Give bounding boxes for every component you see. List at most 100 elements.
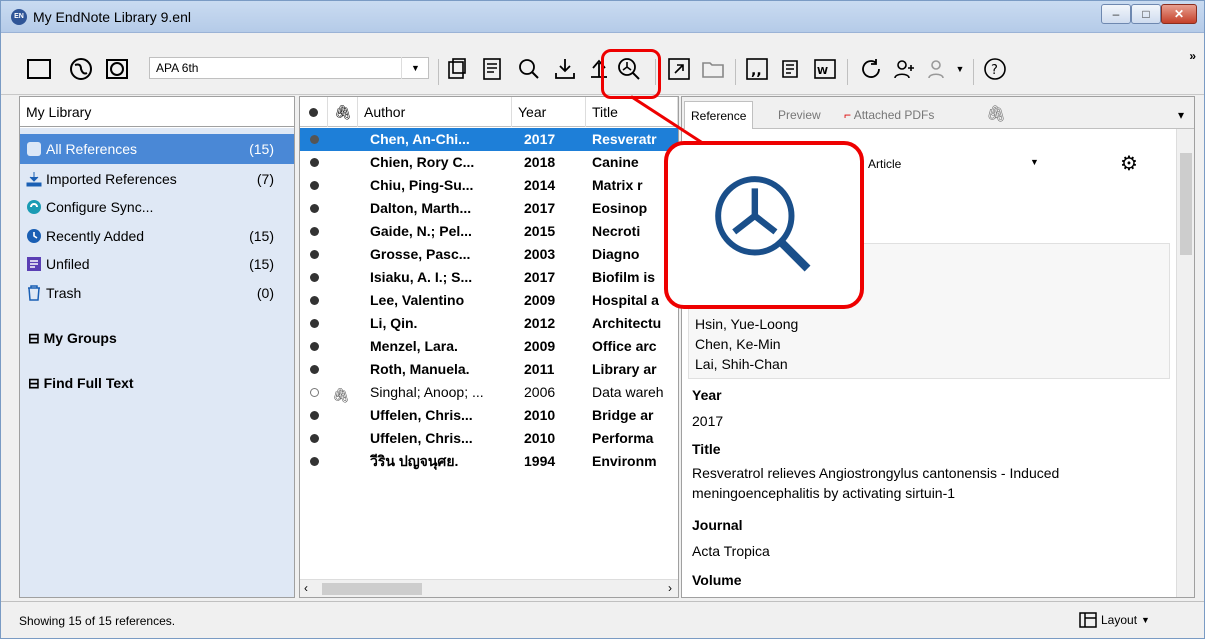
local-library-mode-icon[interactable] xyxy=(25,55,53,83)
format-bibliography-icon[interactable] xyxy=(777,55,805,83)
group-label: Configure Sync... xyxy=(46,199,154,215)
cell-title: Performa xyxy=(592,430,654,446)
open-link-icon[interactable] xyxy=(665,55,693,83)
open-file-icon[interactable] xyxy=(699,55,727,83)
scrollbar-thumb[interactable] xyxy=(1180,153,1192,255)
output-style-select[interactable]: APA 6th xyxy=(149,57,429,79)
group-trash[interactable]: Trash (0) xyxy=(20,278,294,308)
gear-icon[interactable]: ⚙ xyxy=(1120,151,1138,176)
help-icon[interactable]: ? xyxy=(981,55,1009,83)
integrated-library-mode-icon[interactable] xyxy=(103,55,131,83)
table-row[interactable]: 🖇 Singhal; Anoop; ... 2006 Data wareh xyxy=(300,381,678,404)
collapse-icon[interactable]: ⊟ xyxy=(28,330,44,346)
chevron-down-icon[interactable]: ▼ xyxy=(401,57,429,79)
chevron-down-icon[interactable]: ▼ xyxy=(1030,157,1039,167)
table-row[interactable]: Uffelen, Chris... 2010 Performa xyxy=(300,427,678,450)
minimize-button[interactable]: – xyxy=(1101,4,1131,24)
author-line: Hsin, Yue-Loong xyxy=(695,316,799,332)
year-column-header[interactable]: Year xyxy=(512,97,586,127)
import-icon[interactable] xyxy=(551,55,579,83)
group-recently-added[interactable]: Recently Added (15) xyxy=(20,221,294,251)
svg-text:W: W xyxy=(817,66,828,77)
online-search-icon[interactable] xyxy=(515,55,543,83)
table-row[interactable]: Roth, Manuela. 2011 Library ar xyxy=(300,358,678,381)
collapse-icon[interactable]: ⊟ xyxy=(28,375,44,391)
reference-type-select[interactable]: Article xyxy=(868,157,901,171)
clock-icon xyxy=(27,229,41,243)
group-header-label: Find Full Text xyxy=(43,375,134,391)
new-reference-icon[interactable] xyxy=(479,55,507,83)
table-row[interactable]: Chien, Rory C... 2018 Canine xyxy=(300,151,678,174)
cell-year: 2014 xyxy=(524,177,556,193)
cell-author: Li, Qin. xyxy=(370,315,418,331)
svg-text:,,: ,, xyxy=(751,63,762,79)
cell-author: วีริน ปญจนุศย. xyxy=(370,453,459,469)
online-search-mode-icon[interactable] xyxy=(67,55,95,83)
find-full-text-header[interactable]: ⊟ Find Full Text xyxy=(28,373,134,393)
scrollbar-thumb[interactable] xyxy=(322,583,422,595)
return-to-word-icon[interactable]: W xyxy=(811,55,839,83)
scroll-left-icon[interactable]: ‹ xyxy=(304,581,308,595)
table-row[interactable]: Menzel, Lara. 2009 Office arc xyxy=(300,335,678,358)
group-count: (0) xyxy=(256,285,274,301)
shared-users-icon[interactable] xyxy=(925,55,953,83)
year-field[interactable]: 2017 xyxy=(692,413,723,429)
vertical-scrollbar[interactable] xyxy=(1176,129,1194,597)
share-library-icon[interactable] xyxy=(891,55,919,83)
insert-citation-icon[interactable]: ,, xyxy=(743,55,771,83)
library-header[interactable]: My Library xyxy=(20,97,294,127)
tab-reference[interactable]: Reference xyxy=(684,101,754,129)
layout-button[interactable]: Layout ▼ xyxy=(1079,612,1150,628)
read-dot-icon xyxy=(310,227,319,236)
horizontal-scrollbar[interactable]: ‹ › xyxy=(300,579,678,597)
close-button[interactable]: ✕ xyxy=(1161,4,1197,24)
journal-field[interactable]: Acta Tropica xyxy=(692,543,770,559)
cell-title: Resveratr xyxy=(592,131,657,147)
toolbar-separator xyxy=(735,59,736,85)
tab-preview[interactable]: Preview xyxy=(772,101,827,129)
tab-attached-pdfs[interactable]: ⌐ Attached PDFs xyxy=(838,101,940,129)
my-groups-header[interactable]: ⊟ My Groups xyxy=(28,328,117,348)
find-full-text-icon xyxy=(715,176,811,272)
column-label: Author xyxy=(364,104,406,120)
read-status-column[interactable] xyxy=(300,97,328,127)
title-field[interactable]: Resveratrol relieves Angiostrongylus can… xyxy=(692,465,1059,481)
attachment-column[interactable]: 🖇 xyxy=(328,97,358,127)
group-header-label: My Groups xyxy=(43,330,117,346)
pdf-icon: ⌐ xyxy=(844,108,854,122)
read-dot-icon xyxy=(310,296,319,305)
toolbar-overflow-icon[interactable]: » xyxy=(1189,49,1196,63)
chevron-down-icon[interactable]: ▼ xyxy=(953,55,967,83)
scroll-right-icon[interactable]: › xyxy=(668,581,672,595)
cell-year: 2015 xyxy=(524,223,556,239)
endnote-app-icon: EN xyxy=(11,9,27,25)
author-column-header[interactable]: Author xyxy=(358,97,512,127)
table-row[interactable]: Grosse, Pasc... 2003 Diagno xyxy=(300,243,678,266)
sync-icon[interactable] xyxy=(857,55,885,83)
title-field-line2[interactable]: meningoencephalitis by activating sirtui… xyxy=(692,485,955,501)
attach-file-icon[interactable]: 🖇 xyxy=(980,101,1012,129)
cell-author: Roth, Manuela. xyxy=(370,361,470,377)
table-row[interactable]: Uffelen, Chris... 2010 Bridge ar xyxy=(300,404,678,427)
table-row[interactable]: วีริน ปญจนุศย. 1994 Environm xyxy=(300,450,678,473)
cell-author: Menzel, Lara. xyxy=(370,338,458,354)
table-row[interactable]: Chiu, Ping-Su... 2014 Matrix r xyxy=(300,174,678,197)
table-row[interactable]: Li, Qin. 2012 Architectu xyxy=(300,312,678,335)
panel-menu-icon[interactable]: ▾ xyxy=(1172,101,1190,129)
cell-author: Gaide, N.; Pel... xyxy=(370,223,472,239)
group-configure-sync[interactable]: Configure Sync... xyxy=(20,192,294,222)
table-row[interactable]: Dalton, Marth... 2017 Eosinop xyxy=(300,197,678,220)
group-all-references[interactable]: All References (15) xyxy=(20,134,294,164)
copy-formatted-icon[interactable] xyxy=(443,55,471,83)
group-imported-references[interactable]: Imported References (7) xyxy=(20,164,294,194)
group-unfiled[interactable]: Unfiled (15) xyxy=(20,249,294,279)
table-row[interactable]: Lee, Valentino 2009 Hospital a xyxy=(300,289,678,312)
maximize-button[interactable]: □ xyxy=(1131,4,1161,24)
title-column-header[interactable]: Title xyxy=(586,97,678,127)
sync-icon xyxy=(27,200,41,214)
table-row[interactable]: Isiaku, A. I.; S... 2017 Biofilm is xyxy=(300,266,678,289)
table-row[interactable]: Gaide, N.; Pel... 2015 Necroti xyxy=(300,220,678,243)
reference-list-panel: 🖇 Author Year Title Chen, An-Chi... 2017 R… xyxy=(299,96,679,598)
cell-year: 2017 xyxy=(524,131,556,147)
table-row[interactable]: Chen, An-Chi... 2017 Resveratr xyxy=(300,128,678,151)
